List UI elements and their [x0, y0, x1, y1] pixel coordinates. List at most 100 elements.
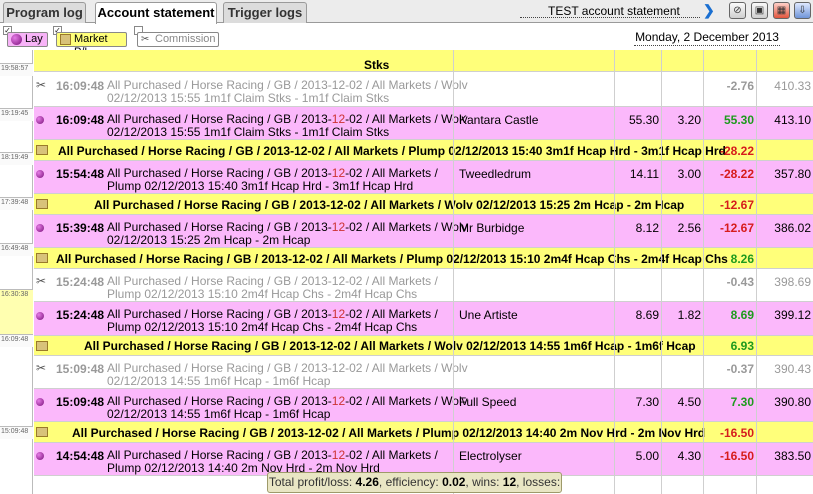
row-odds: 7.30 [635, 395, 659, 409]
row-selection: Mr Burbidge [459, 221, 525, 235]
tab-program-log[interactable]: Program log [3, 2, 86, 23]
table-row[interactable]: 16:09:48 All Purchased / Horse Racing / … [34, 107, 813, 140]
tab-trigger-logs[interactable]: Trigger logs [223, 2, 307, 23]
row-description-month: 12 [331, 112, 346, 126]
market-icon [36, 340, 52, 354]
row-time: 15:54:48 [56, 167, 105, 181]
row-description: All Purchased / Horse Racing / GB / 2013… [107, 220, 332, 234]
row-description: 02/12/2013 14:55 1m6f Hcap - 1m6f Hcap [107, 407, 331, 421]
table-row[interactable]: Stks [34, 50, 813, 72]
lay-dot-icon [36, 113, 52, 127]
row-balance: 399.12 [774, 308, 811, 322]
table-row[interactable]: ✂ 15:09:48 All Purchased / Horse Racing … [34, 356, 813, 389]
row-odds: 14.11 [629, 167, 659, 181]
row-description: All Purchased / Horse Racing / GB / 2013… [107, 166, 332, 180]
lay-dot-icon [36, 309, 52, 323]
row-odds: 8.69 [635, 308, 659, 322]
row-description: Plump 02/12/2013 15:10 2m4f Hcap Chs - 2… [107, 320, 418, 334]
row-balance: 413.10 [774, 113, 811, 127]
table-row[interactable]: ✂ 16:09:48 All Purchased / Horse Racing … [34, 72, 813, 107]
table-row[interactable]: ✂ 15:24:48 All Purchased / Horse Racing … [34, 269, 813, 302]
table-row[interactable]: 15:54:48 All Purchased / Horse Racing / … [34, 161, 813, 194]
time-gutter: 19:58:57 19:19:45 18:19:49 17:39:48 16:4… [0, 50, 33, 494]
row-description: All Purchased / Horse Racing / GB / 2013… [107, 394, 332, 408]
row-odds: 8.12 [635, 221, 659, 235]
table-row[interactable]: All Purchased / Horse Racing / GB / 2013… [34, 140, 813, 161]
row-profit-loss: -28.22 [719, 167, 754, 181]
column-divider [703, 50, 704, 494]
market-icon [36, 198, 52, 212]
market-summary-text: All Purchased / Horse Racing / GB / 2013… [94, 198, 685, 212]
row-description: -02 / All Markets / Wolv [345, 394, 468, 408]
row-balance: 386.02 [774, 221, 811, 235]
row-description: -02 / All Markets / [345, 448, 438, 462]
gutter-time: 15:09:48 [0, 426, 33, 439]
sheet-title-underline [520, 17, 700, 18]
lay-dot-icon [36, 449, 52, 463]
scissors-icon: ✂ [36, 78, 47, 92]
row-profit-loss: -0.37 [726, 362, 754, 376]
row-odds: 55.30 [628, 113, 659, 127]
gutter-time: 16:49:48 [0, 243, 33, 256]
row-profit-loss: 6.93 [730, 339, 754, 353]
lay-filter-button[interactable]: Lay [7, 32, 48, 47]
market-icon [60, 34, 71, 45]
totals-summary: Total profit/loss: 4.26, efficiency: 0.0… [267, 472, 562, 493]
row-stake: 1.82 [677, 308, 701, 322]
row-selection: Kantara Castle [459, 113, 539, 127]
lay-dot-icon [36, 167, 52, 181]
row-description: 02/12/2013 15:55 1m1f Claim Stks - 1m1f … [107, 125, 390, 139]
row-description-month: 12 [331, 394, 346, 408]
table-row[interactable]: All Purchased / Horse Racing / GB / 2013… [34, 194, 813, 215]
market-pl-filter-button[interactable]: Market P/L [56, 32, 127, 58]
save-icon[interactable]: ▣ [751, 2, 768, 19]
row-profit-loss: -0.43 [726, 275, 754, 289]
total-pl-value: 4.26 [355, 475, 379, 489]
efficiency-value: 0.02 [442, 475, 466, 489]
row-description: Plump 02/12/2013 15:10 2m4f Hcap Chs - 2… [107, 287, 418, 301]
gutter-time: 19:58:57 [0, 63, 33, 76]
market-icon [36, 252, 52, 266]
row-stake: 2.56 [677, 221, 701, 235]
table-row[interactable]: 15:39:48 All Purchased / Horse Racing / … [34, 215, 813, 248]
row-description: 02/12/2013 14:55 1m6f Hcap - 1m6f Hcap [107, 374, 331, 388]
market-icon [36, 144, 52, 158]
gutter-time: 16:09:48 [0, 334, 33, 347]
arrow-right-icon[interactable]: ❯ [703, 2, 715, 18]
wins-label: , wins: [465, 475, 500, 489]
row-profit-loss: 8.26 [730, 252, 754, 266]
sheet-title[interactable]: TEST account statement [548, 4, 680, 18]
market-icon [36, 426, 52, 440]
row-balance: 398.69 [774, 275, 811, 289]
account-statement-table: Stks ✂ 16:09:48 All Purchased / Horse Ra… [34, 50, 813, 494]
table-row[interactable]: 15:09:48 All Purchased / Horse Racing / … [34, 389, 813, 422]
tab-account-statement[interactable]: Account statement [95, 2, 217, 24]
clear-icon[interactable]: ⊘ [729, 2, 746, 19]
export-icon[interactable]: ⇩ [794, 2, 811, 19]
calendar-icon[interactable]: ▦ [773, 2, 790, 19]
row-stake: 3.20 [677, 113, 701, 127]
row-description-month: 12 [331, 166, 346, 180]
row-time: 16:09:48 [56, 113, 105, 127]
table-row[interactable]: 15:24:48 All Purchased / Horse Racing / … [34, 302, 813, 336]
table-row[interactable]: All Purchased / Horse Racing / GB / 2013… [34, 422, 813, 443]
row-time: 15:24:48 [56, 275, 105, 289]
gutter-time: 19:19:45 [0, 108, 33, 121]
row-profit-loss: -12.67 [719, 198, 754, 212]
market-summary-text: All Purchased / Horse Racing / GB / 2013… [56, 252, 728, 266]
row-stake: 4.50 [677, 395, 701, 409]
commission-filter-button[interactable]: ✂ Commission [137, 32, 219, 47]
row-description: All Purchased / Horse Racing / GB / 2013… [107, 448, 332, 462]
row-balance: 410.33 [774, 79, 811, 93]
scissors-icon: ✂ [36, 361, 47, 375]
row-time: 15:09:48 [56, 362, 105, 376]
lay-dot-icon [36, 221, 52, 235]
losses-label: , losses: [516, 475, 561, 489]
row-profit-loss: -2.76 [726, 79, 754, 93]
row-selection: Tweedledrum [459, 167, 532, 181]
row-stake: 3.00 [677, 167, 701, 181]
table-row[interactable]: All Purchased / Horse Racing / GB / 2013… [34, 248, 813, 269]
table-row[interactable]: All Purchased / Horse Racing / GB / 2013… [34, 336, 813, 356]
date-picker[interactable]: Monday, 2 December 2013 [634, 30, 780, 46]
row-profit-loss: 8.69 [730, 308, 754, 322]
